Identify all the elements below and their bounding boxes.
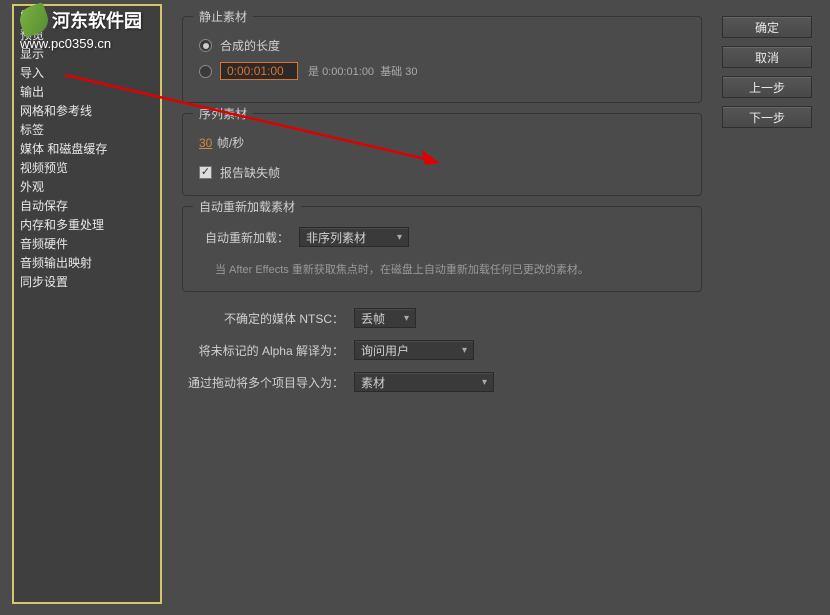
- alpha-dropdown[interactable]: 询问用户: [354, 340, 474, 360]
- radio-comp-length[interactable]: [199, 39, 212, 52]
- ntsc-label: 不确定的媒体 NTSC：: [182, 310, 344, 327]
- sidebar-item-memory[interactable]: 内存和多重处理: [14, 215, 160, 234]
- sidebar-item-preview[interactable]: 预览: [14, 25, 160, 44]
- auto-reload-label: 自动重新加载：: [199, 229, 289, 246]
- drag-label: 通过拖动将多个项目导入为：: [182, 374, 344, 391]
- sidebar-item-grids[interactable]: 网格和参考线: [14, 101, 160, 120]
- time-input[interactable]: [220, 62, 298, 80]
- sidebar-item-output[interactable]: 输出: [14, 82, 160, 101]
- fps-unit: 帧/秒: [217, 136, 244, 150]
- lower-form: 不确定的媒体 NTSC： 丢帧 将未标记的 Alpha 解译为： 询问用户 通过…: [182, 308, 702, 392]
- sidebar-item-import[interactable]: 导入: [14, 63, 160, 82]
- time-info: 是 0:00:01:00 基础 30: [308, 63, 417, 79]
- report-missing-label: 报告缺失帧: [220, 164, 280, 181]
- sidebar-item-video-preview[interactable]: 视频预览: [14, 158, 160, 177]
- ok-button[interactable]: 确定: [722, 16, 812, 38]
- sidebar-item-media-cache[interactable]: 媒体 和磁盘缓存: [14, 139, 160, 158]
- auto-reload-dropdown[interactable]: 非序列素材: [299, 227, 409, 247]
- content-area: 静止素材 合成的长度 是 0:00:01:00 基础 30 序列素材 30 帧/…: [182, 16, 702, 404]
- report-missing-checkbox[interactable]: [199, 166, 212, 179]
- sidebar-item-audio-out[interactable]: 音频输出映射: [14, 253, 160, 272]
- sidebar-item-appearance[interactable]: 外观: [14, 177, 160, 196]
- fps-value-link[interactable]: 30: [199, 136, 212, 150]
- sidebar-item-display[interactable]: 显示: [14, 44, 160, 63]
- sidebar-item-autosave[interactable]: 自动保存: [14, 196, 160, 215]
- still-footage-group: 静止素材 合成的长度 是 0:00:01:00 基础 30: [182, 16, 702, 103]
- radio-time[interactable]: [199, 65, 212, 78]
- next-button[interactable]: 下一步: [722, 106, 812, 128]
- prev-button[interactable]: 上一步: [722, 76, 812, 98]
- auto-reload-hint: 当 After Effects 重新获取焦点时，在磁盘上自动重新加载任何已更改的…: [215, 261, 685, 277]
- cancel-button[interactable]: 取消: [722, 46, 812, 68]
- auto-reload-group: 自动重新加载素材 自动重新加载： 非序列素材 当 After Effects 重…: [182, 206, 702, 292]
- sequence-footage-group: 序列素材 30 帧/秒 报告缺失帧: [182, 113, 702, 196]
- sidebar-item-general[interactable]: 常规: [14, 6, 160, 25]
- group-title-autoreload: 自动重新加载素材: [193, 198, 301, 215]
- alpha-label: 将未标记的 Alpha 解译为：: [182, 342, 344, 359]
- sidebar-item-labels[interactable]: 标签: [14, 120, 160, 139]
- sidebar-item-audio-hw[interactable]: 音频硬件: [14, 234, 160, 253]
- group-title-still: 静止素材: [193, 8, 253, 25]
- button-panel: 确定 取消 上一步 下一步: [722, 16, 812, 128]
- group-title-sequence: 序列素材: [193, 105, 253, 122]
- sidebar: 常规 预览 显示 导入 输出 网格和参考线 标签 媒体 和磁盘缓存 视频预览 外…: [12, 4, 162, 604]
- ntsc-dropdown[interactable]: 丢帧: [354, 308, 416, 328]
- sidebar-item-sync[interactable]: 同步设置: [14, 272, 160, 291]
- drag-dropdown[interactable]: 素材: [354, 372, 494, 392]
- comp-length-label: 合成的长度: [220, 37, 280, 54]
